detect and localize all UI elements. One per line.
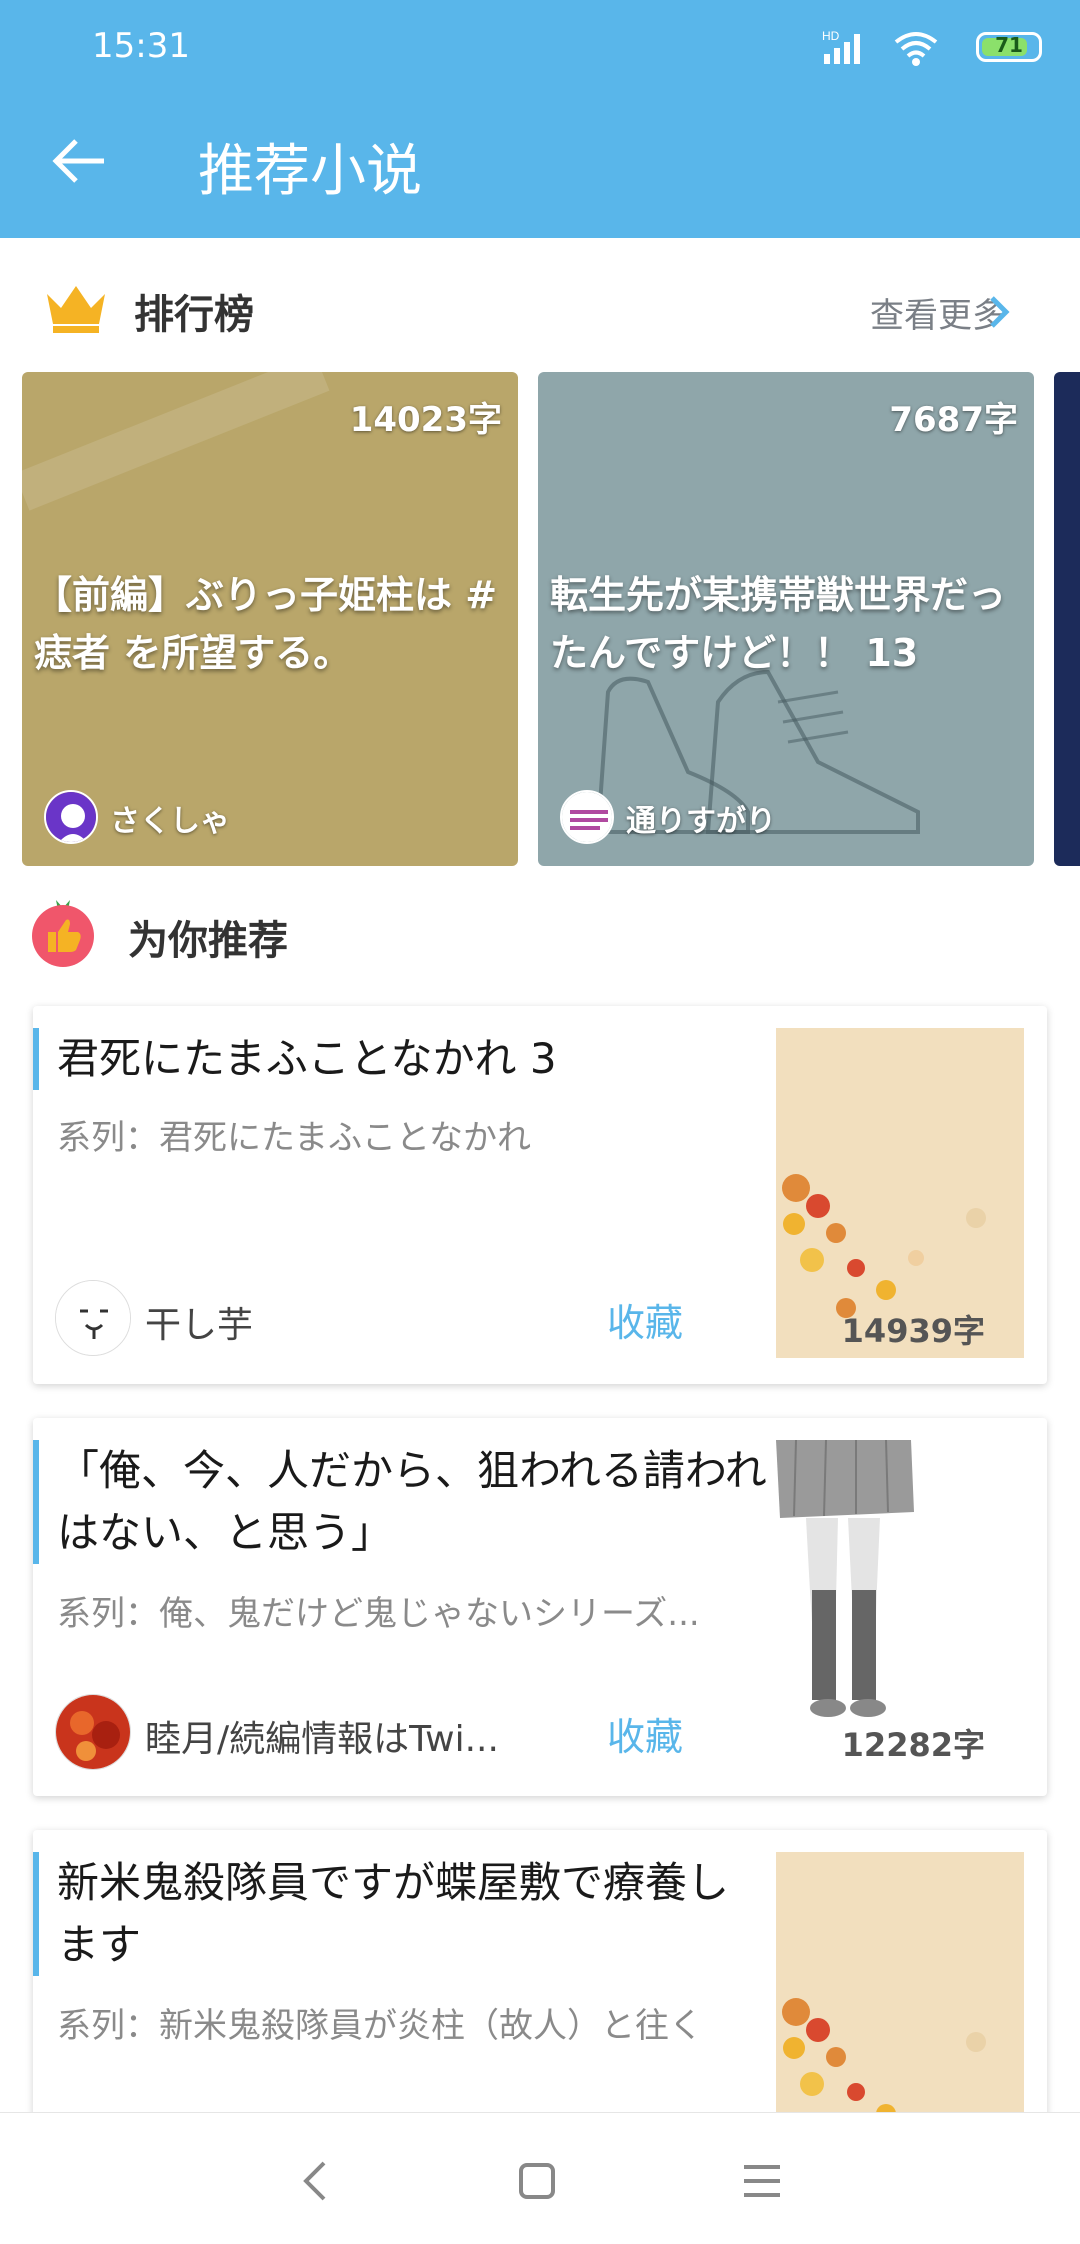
signal-icon: HD [822, 29, 860, 64]
author-name: さくしゃ [110, 804, 230, 839]
word-count: 14023字 [349, 400, 502, 440]
status-icons: HD 71 [822, 28, 1042, 68]
avatar[interactable] [55, 1280, 131, 1356]
author-name: 通りすがり [626, 804, 776, 839]
page-title: 推荐小说 [198, 139, 422, 204]
accent-bar [33, 1852, 39, 1976]
crown-icon [47, 286, 105, 333]
accent-bar [33, 1028, 39, 1090]
ranking-card[interactable]: 14023字 【前編】ぶりっ子姫柱は # 痣者 を所望する。 さくしゃ [22, 372, 518, 866]
battery-icon: 71 [976, 32, 1042, 62]
novel-series: 系列：新米鬼殺隊員が炎柱（故人）と往く [57, 2006, 703, 2046]
ranking-title: 排行榜 [134, 292, 254, 338]
ranking-header: 排行榜 查看更多 [0, 268, 1080, 348]
novel-title: 【前編】ぶりっ子姫柱は # 痣者 を所望する。 [34, 573, 498, 675]
avatar [44, 790, 98, 844]
recommend-title: 为你推荐 [128, 918, 288, 964]
word-count: 7687字 [889, 400, 1018, 440]
novel-title: 「俺、今、人だから、狙われる請われはない、と思う」 [57, 1446, 767, 1557]
system-nav-bar [0, 2112, 1080, 2244]
favorite-button[interactable]: 收藏 [607, 1706, 683, 1761]
novel-card[interactable]: 「俺、今、人だから、狙われる請われはない、と思う」 系列：俺、鬼だけど鬼じゃない… [33, 1418, 1047, 1796]
top-app-bar: 15:31 HD 71 推荐小说 [0, 0, 1080, 238]
menu-nav-icon[interactable] [732, 2151, 792, 2211]
word-count: 12282字 [841, 1726, 985, 1764]
author-name: 干し芋 [145, 1305, 254, 1346]
ranking-card-partial[interactable] [1054, 372, 1080, 866]
novel-series: 系列：俺、鬼だけど鬼じゃないシリーズ... [57, 1594, 700, 1634]
novel-title: 転生先が某携帯獣世界だったんですけど！！ 13 [550, 573, 1007, 675]
battery-level: 71 [995, 33, 1023, 57]
chevron-right-icon[interactable] [984, 292, 1014, 332]
home-nav-icon[interactable] [507, 2151, 567, 2211]
novel-cover [776, 1852, 1024, 2130]
thumbs-up-icon [32, 900, 94, 967]
avatar [560, 790, 614, 844]
avatar[interactable] [55, 1694, 131, 1770]
novel-title: 新米鬼殺隊員ですが蝶屋敷で療養します [57, 1858, 730, 1969]
ranking-card[interactable]: 7687字 転生先が某携帯獣世界だったんですけど！！ 13 通りすがり [538, 372, 1034, 866]
network-type-label: HD [822, 29, 840, 43]
back-arrow-icon[interactable] [50, 136, 110, 186]
back-nav-icon[interactable] [286, 2151, 346, 2211]
novel-card[interactable]: 君死にたまふことなかれ 3 系列：君死にたまふことなかれ 干し芋 收藏 1493… [33, 1006, 1047, 1384]
status-time: 15:31 [92, 26, 190, 66]
favorite-button[interactable]: 收藏 [607, 1292, 683, 1347]
accent-bar [33, 1440, 39, 1564]
wifi-icon [894, 32, 938, 66]
word-count: 14939字 [841, 1312, 985, 1350]
author-name: 睦月/続編情報はTwi... [145, 1719, 499, 1760]
novel-series: 系列：君死にたまふことなかれ [57, 1118, 531, 1158]
novel-title: 君死にたまふことなかれ 3 [57, 1034, 557, 1083]
novel-card[interactable]: 新米鬼殺隊員ですが蝶屋敷で療養します 系列：新米鬼殺隊員が炎柱（故人）と往く [33, 1830, 1047, 2130]
